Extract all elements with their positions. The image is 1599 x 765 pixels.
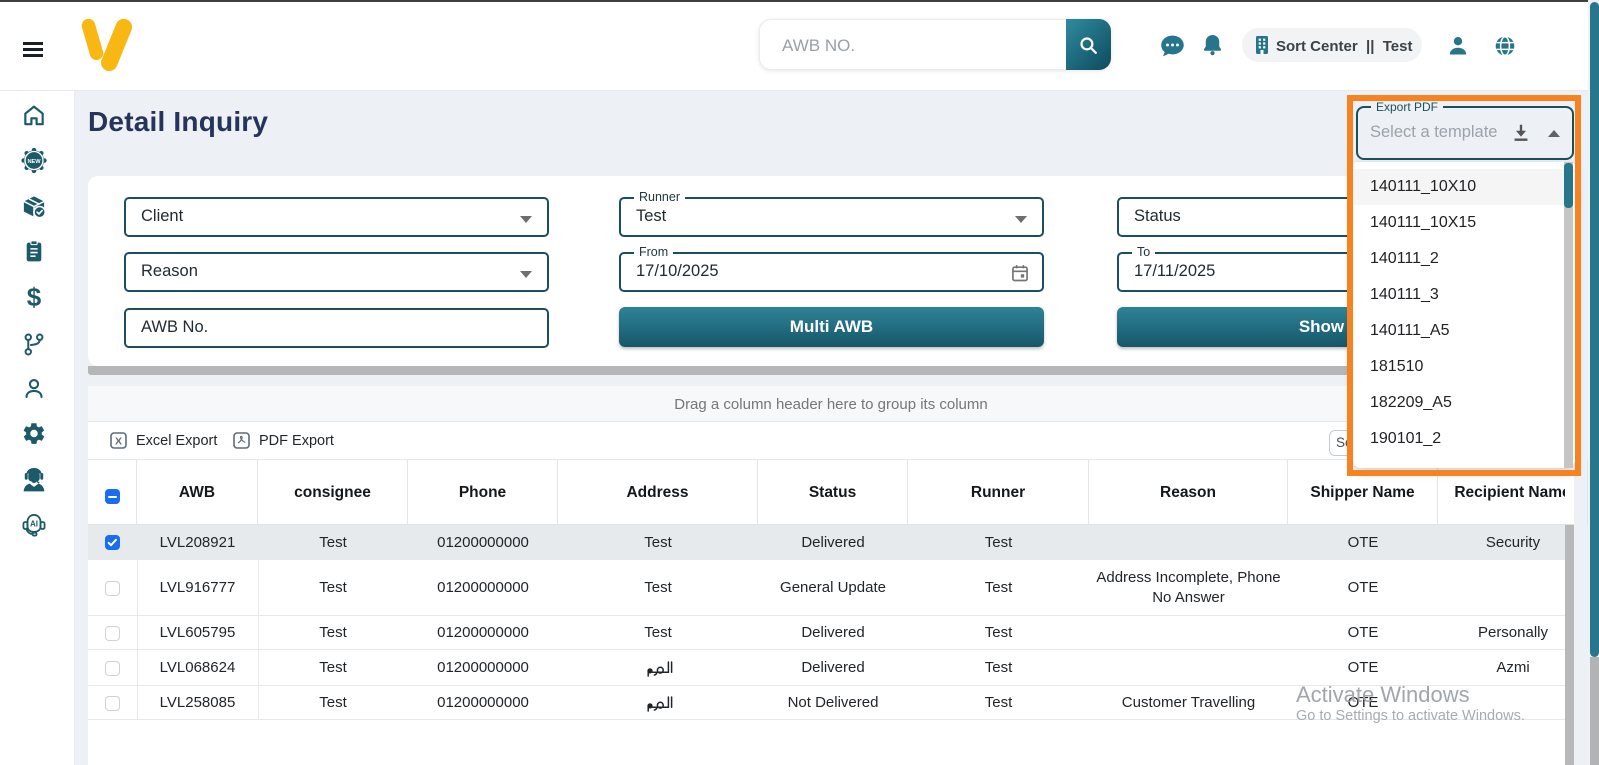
svg-text:X: X	[115, 436, 122, 448]
svg-text:$: $	[27, 285, 42, 311]
svg-text:AI: AI	[30, 519, 38, 528]
svg-text:NEW: NEW	[27, 159, 41, 165]
